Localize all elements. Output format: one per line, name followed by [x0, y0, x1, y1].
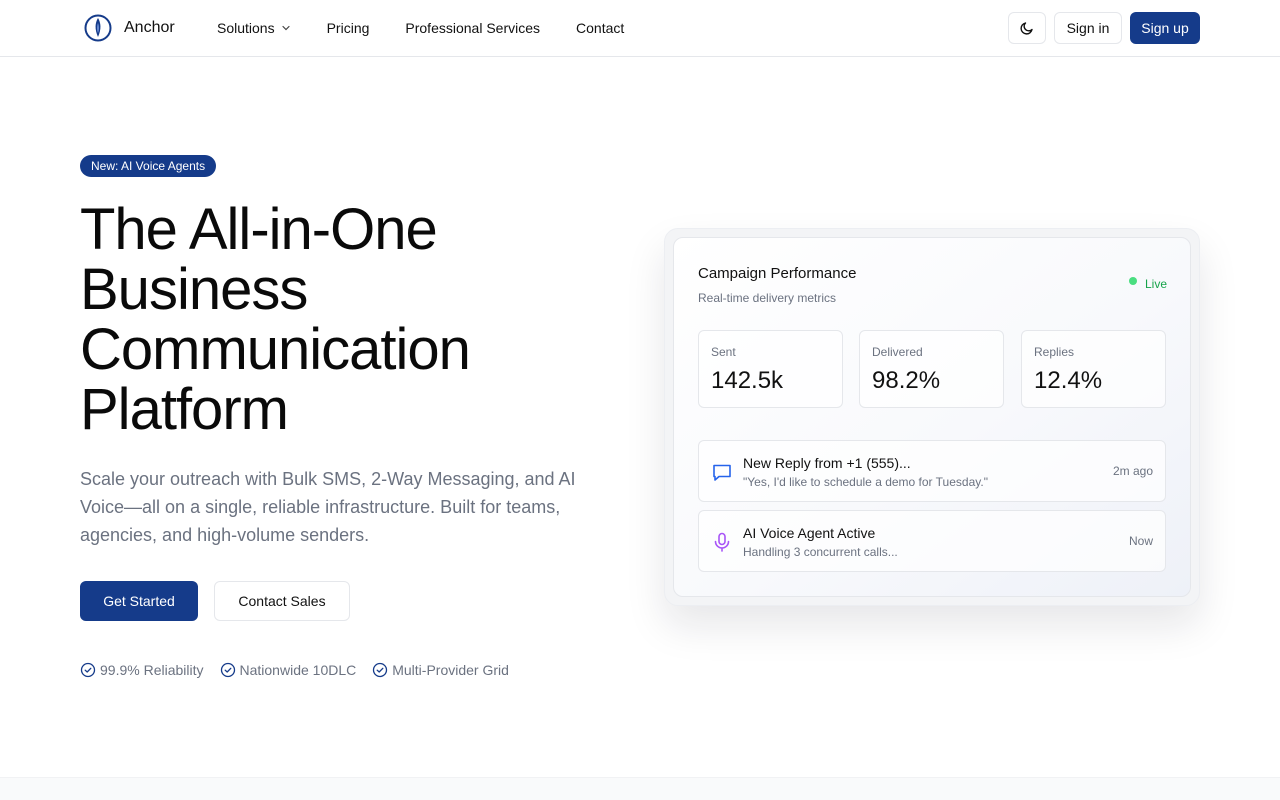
- stat-value: 12.4%: [1034, 367, 1103, 394]
- anchor-logo-icon: [84, 14, 112, 42]
- nav-professional-services[interactable]: Professional Services: [405, 20, 540, 36]
- feature-label: 99.9% Reliability: [100, 662, 204, 678]
- stat-value: 142.5k: [711, 367, 784, 394]
- activity-title: New Reply from +1 (555)...: [743, 455, 911, 471]
- feature-item: 99.9% Reliability: [80, 662, 204, 678]
- activity-item-voice[interactable]: AI Voice Agent Active Handling 3 concurr…: [698, 510, 1166, 572]
- activity-item-reply[interactable]: New Reply from +1 (555)... "Yes, I'd lik…: [698, 440, 1166, 502]
- hero-title-line: Platform: [80, 377, 289, 442]
- site-header: Anchor Solutions Pricing Professional Se…: [0, 0, 1280, 57]
- message-icon: [713, 464, 731, 481]
- check-circle-icon: [373, 662, 388, 678]
- activity-time: Now: [1128, 534, 1153, 548]
- nav-contact[interactable]: Contact: [576, 20, 624, 36]
- feature-item: Nationwide 10DLC: [220, 662, 357, 678]
- sign-up-button[interactable]: Sign up: [1130, 12, 1200, 44]
- activity-detail: Handling 3 concurrent calls...: [743, 545, 898, 559]
- stat-delivered: Delivered 98.2%: [859, 330, 1004, 408]
- stat-label: Sent: [711, 345, 736, 359]
- announcement-badge[interactable]: New: AI Voice Agents: [80, 155, 217, 177]
- activity-title: AI Voice Agent Active: [743, 525, 876, 541]
- brand-logo[interactable]: Anchor: [84, 14, 175, 42]
- live-status-label: Live: [1145, 277, 1168, 291]
- sign-in-button[interactable]: Sign in: [1054, 12, 1122, 44]
- get-started-button[interactable]: Get Started: [80, 581, 198, 621]
- stat-replies: Replies 12.4%: [1021, 330, 1166, 408]
- stat-label: Replies: [1034, 345, 1075, 359]
- feature-list: 99.9% Reliability Nationwide 10DLC Multi…: [80, 662, 525, 678]
- nav-solutions[interactable]: Solutions: [217, 20, 291, 36]
- next-section-band: [0, 777, 1280, 800]
- card-subtitle: Real-time delivery metrics: [698, 291, 837, 305]
- contact-sales-button[interactable]: Contact Sales: [214, 581, 350, 621]
- check-circle-icon: [220, 662, 235, 678]
- stat-label: Delivered: [872, 345, 923, 359]
- stat-sent: Sent 142.5k: [698, 330, 843, 408]
- microphone-icon: [714, 532, 730, 552]
- feature-label: Multi-Provider Grid: [392, 662, 509, 678]
- brand-name: Anchor: [124, 19, 175, 36]
- theme-toggle-button[interactable]: [1008, 12, 1046, 44]
- activity-detail: "Yes, I'd like to schedule a demo for Tu…: [743, 475, 988, 489]
- stat-value: 98.2%: [872, 367, 941, 394]
- card-title: Campaign Performance: [698, 265, 857, 282]
- chevron-down-icon: [281, 25, 290, 31]
- feature-label: Nationwide 10DLC: [239, 662, 357, 678]
- live-dot-icon: [1129, 277, 1137, 285]
- live-status: Live: [1129, 277, 1167, 291]
- moon-icon: [1020, 22, 1033, 35]
- hero-title-line: The All-in-One: [80, 197, 438, 262]
- hero-title-line: Communication: [80, 317, 471, 382]
- nav-solutions-label: Solutions: [217, 20, 275, 36]
- feature-item: Multi-Provider Grid: [372, 662, 509, 678]
- hero-subtitle: Scale your outreach with Bulk SMS, 2-Way…: [80, 469, 576, 545]
- check-circle-icon: [80, 662, 96, 678]
- hero-title: The All-in-One Business Communication Pl…: [80, 200, 620, 440]
- nav-pricing[interactable]: Pricing: [327, 20, 370, 36]
- main-nav: Solutions Pricing Professional Services …: [217, 0, 660, 56]
- hero-title-line: Business: [80, 257, 308, 322]
- activity-time: 2m ago: [1112, 464, 1153, 478]
